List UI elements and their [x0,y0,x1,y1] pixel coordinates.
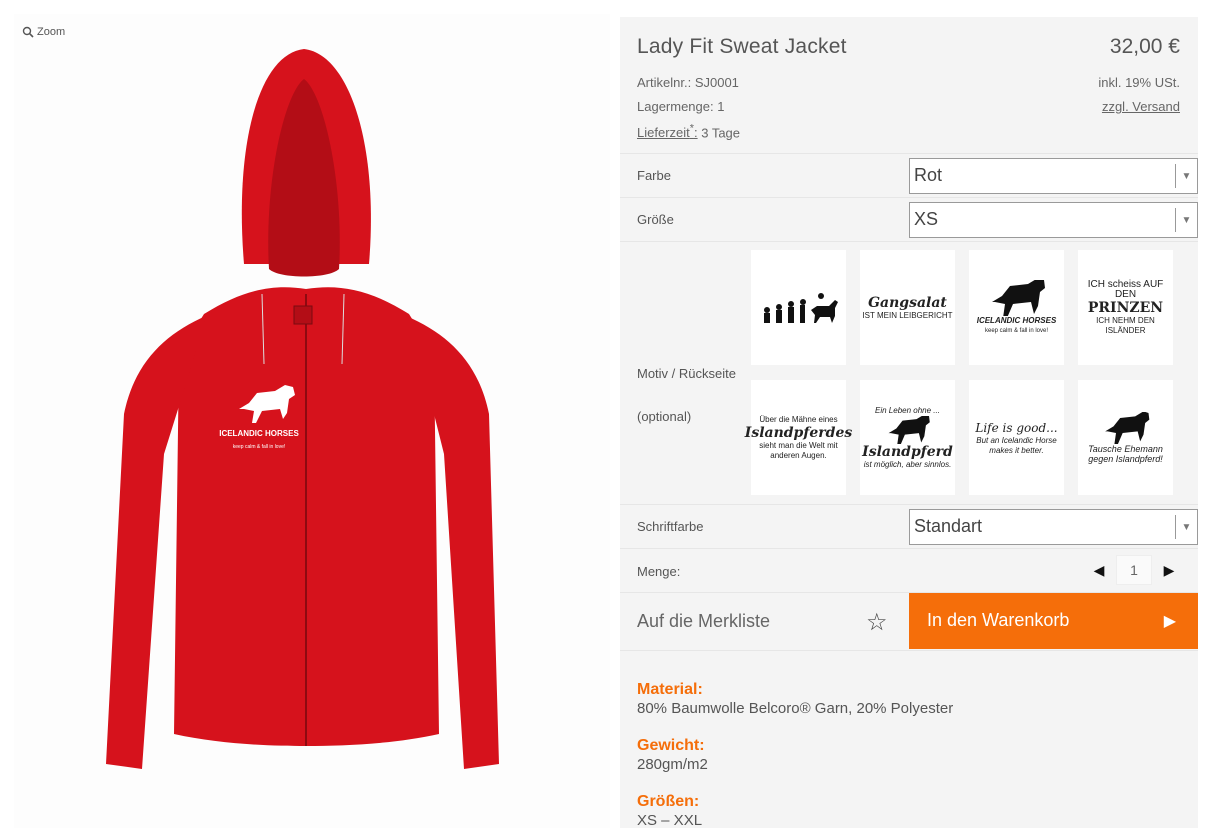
size-option-row: Größe XS ▼ [620,198,1198,242]
decrease-quantity-button[interactable]: ◀ [1088,555,1110,585]
detail-value: 280gm/m2 [637,756,708,773]
shipping-link[interactable]: zzgl. Versand [1102,99,1180,114]
motif-option[interactable] [751,250,846,365]
motif-label: Motiv / Rückseite [637,366,736,381]
dropdown-arrow-icon: ▼ [1175,515,1197,539]
motif-option[interactable]: Gangsalat IST MEIN LEIBGERICHT [860,250,955,365]
wishlist-link[interactable]: Auf die Merkliste [637,611,770,632]
dropdown-arrow-icon: ▼ [1175,208,1197,232]
quantity-stepper: ◀ 1 ▶ [1088,555,1180,585]
detail-label: Material: [637,681,703,698]
add-to-cart-button[interactable]: In den Warenkorb ▶ [909,593,1198,649]
color-label: Farbe [637,168,671,183]
zoom-link[interactable]: Zoom [22,26,65,38]
magnifier-icon [22,26,34,38]
product-price: 32,00 € [1109,35,1180,58]
motif-grid: Gangsalat IST MEIN LEIBGERICHT ICELANDIC… [745,250,1173,495]
size-label: Größe [637,212,674,227]
color-option-row: Farbe Rot ▼ [620,154,1198,198]
product-details: Material: 80% Baumwolle Belcoro® Garn, 2… [637,681,953,828]
detail-value: 80% Baumwolle Belcoro® Garn, 20% Polyest… [637,700,954,717]
motif-option[interactable]: Tausche Ehemann gegen Islandpferd! [1078,380,1173,495]
stock-amount: Lagermenge: 1 [637,99,725,114]
motif-option[interactable]: Ein Leben ohne ... Islandpferd ist mögli… [860,380,955,495]
motif-optional-label: (optional) [637,409,692,424]
zoom-label: Zoom [37,26,66,38]
arrow-right-icon: ▶ [1163,613,1176,630]
quantity-input[interactable]: 1 [1116,555,1152,585]
motif-option[interactable]: Life is good... But an Icelandic Horse m… [969,380,1064,495]
chest-print-sub: keep calm & fall in love! [233,444,286,450]
font-color-select[interactable]: Standart ▼ [909,509,1198,545]
detail-label: Gewicht: [637,737,705,754]
horse-icon [991,279,1045,316]
tax-note: inkl. 19% USt. [1098,75,1180,90]
detail-label: Größen: [637,793,700,810]
quantity-row: Menge: ◀ 1 ▶ [620,549,1198,593]
motif-option[interactable]: ICELANDIC HORSES keep calm & fall in lov… [969,250,1064,365]
font-color-option-row: Schriftfarbe Standart ▼ [620,505,1198,549]
delivery-time: Lieferzeit*: 3 Tage [637,123,741,141]
article-number: Artikelnr.: SJ0001 [637,75,739,90]
product-panel: Lady Fit Sweat Jacket 32,00 € Artikelnr.… [620,17,1198,828]
delivery-link[interactable]: Lieferzeit*: [637,123,698,140]
motif-option[interactable]: Über die Mähne eines Islandpferdes sieht… [745,380,852,495]
chest-print-title: ICELANDIC HORSES [219,429,299,438]
jacket-image[interactable]: ICELANDIC HORSES keep calm & fall in lov… [94,34,514,824]
product-image-area: Zoom ICELANDIC HORSES keep calm & fall i… [14,14,610,828]
horse-icon [888,415,930,444]
product-title: Lady Fit Sweat Jacket [637,35,847,58]
color-select[interactable]: Rot ▼ [909,158,1198,194]
horse-icon [1104,411,1149,444]
size-select[interactable]: XS ▼ [909,202,1198,238]
star-icon[interactable]: ☆ [866,608,888,637]
evolution-rider-icon [763,292,838,323]
product-header: Lady Fit Sweat Jacket 32,00 € Artikelnr.… [620,17,1198,154]
actions-row: Auf die Merkliste ☆ In den Warenkorb ▶ [620,593,1198,651]
motif-option-row: Motiv / Rückseite (optional) Gangsalat I… [620,242,1198,505]
detail-value: XS – XXL [637,812,703,828]
dropdown-arrow-icon: ▼ [1175,164,1197,188]
quantity-label: Menge: [637,564,681,579]
increase-quantity-button[interactable]: ▶ [1158,555,1180,585]
font-color-label: Schriftfarbe [637,519,704,534]
motif-option[interactable]: ICH scheiss AUF DEN PRINZEN ICH NEHM DEN… [1078,250,1173,365]
